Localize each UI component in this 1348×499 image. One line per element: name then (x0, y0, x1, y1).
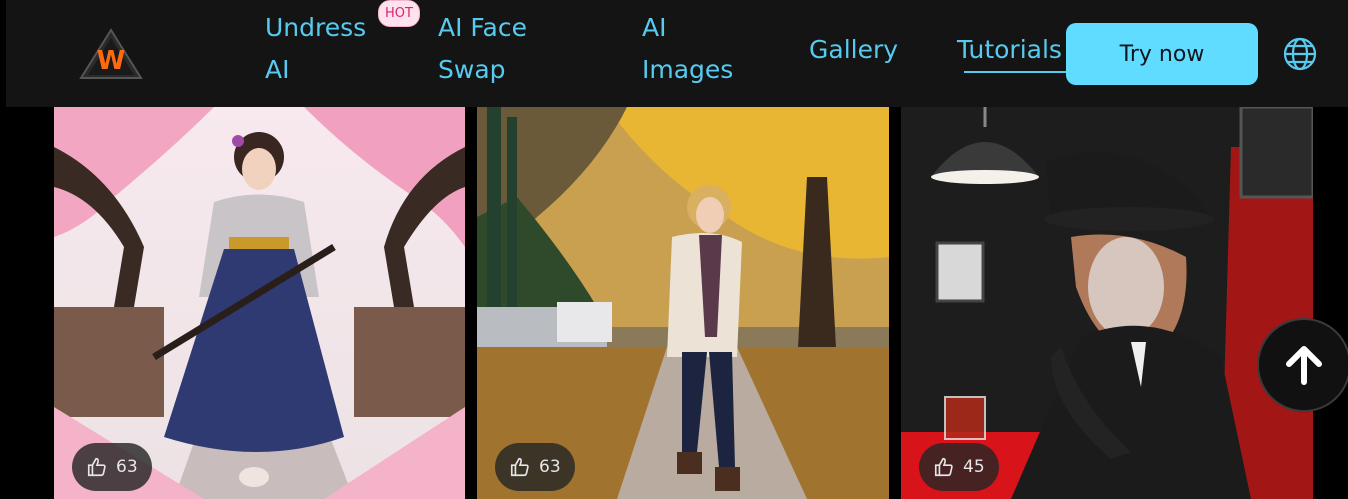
scroll-to-top-button[interactable] (1257, 318, 1348, 412)
svg-text:W: W (97, 46, 126, 76)
nav-ai-images[interactable]: AI Images (642, 7, 733, 91)
card-image (901, 107, 1313, 499)
like-count: 45 (963, 457, 985, 477)
like-count: 63 (539, 457, 561, 477)
thumbs-up-icon (509, 456, 531, 478)
try-now-button[interactable]: Try now (1066, 23, 1258, 85)
like-button[interactable]: 45 (919, 443, 999, 491)
nav-undress-ai[interactable]: Undress AI (265, 7, 366, 91)
nav-tutorials[interactable]: Tutorials (957, 29, 1062, 71)
nav-ai-face-swap[interactable]: AI Face Swap (438, 7, 527, 91)
gallery-card[interactable]: 63 (54, 107, 465, 499)
thumbs-up-icon (86, 456, 108, 478)
card-image (477, 107, 889, 499)
hot-badge: HOT (378, 0, 420, 27)
top-navbar: W Undress AI HOT AI Face Swap AI Images … (6, 0, 1348, 107)
like-count: 63 (116, 457, 138, 477)
card-image (54, 107, 465, 499)
gallery-card[interactable]: 63 (477, 107, 889, 499)
like-button[interactable]: 63 (72, 443, 152, 491)
like-button[interactable]: 63 (495, 443, 575, 491)
w-triangle-logo[interactable]: W (79, 28, 143, 80)
tutorials-underline (964, 71, 1066, 73)
nav-gallery[interactable]: Gallery (809, 29, 898, 71)
arrow-up-icon (1281, 342, 1327, 388)
globe-icon[interactable] (1282, 36, 1318, 72)
gallery-card[interactable]: 45 (901, 107, 1313, 499)
thumbs-up-icon (933, 456, 955, 478)
